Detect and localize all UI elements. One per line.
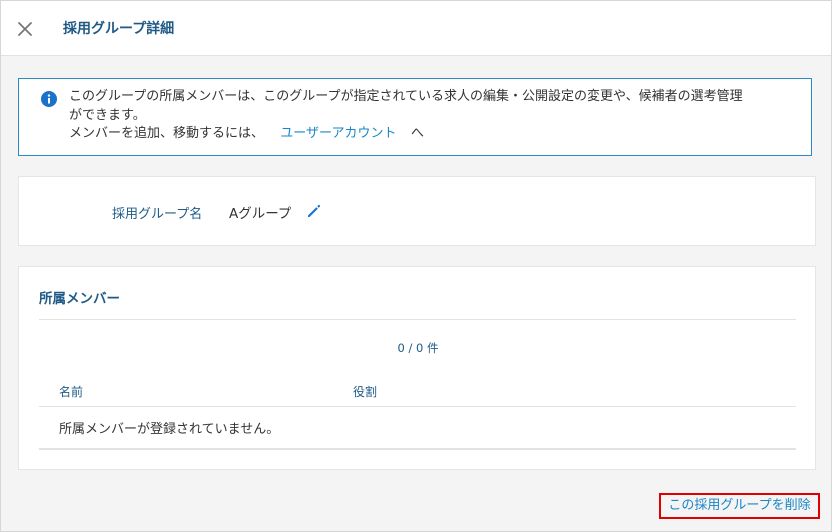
close-button[interactable] [11, 15, 39, 43]
dialog-header: 採用グループ詳細 [1, 1, 831, 56]
group-name-label: 採用グループ名 [112, 207, 203, 222]
group-name-card: 採用グループ名 Aグループ [18, 176, 816, 246]
divider [39, 448, 796, 450]
close-icon [18, 22, 32, 36]
info-message: このグループの所属メンバーは、このグループが指定されている求人の編集・公開設定の… [69, 88, 799, 144]
info-line-3-prefix: メンバーを追加、移動するには、 [69, 126, 265, 141]
members-section-title: 所属メンバー [39, 291, 120, 307]
info-banner: このグループの所属メンバーは、このグループが指定されている求人の編集・公開設定の… [18, 78, 812, 156]
info-line-3: メンバーを追加、移動するには、 ユーザーアカウント へ [69, 125, 799, 144]
divider [39, 406, 796, 407]
info-line-1: このグループの所属メンバーは、このグループが指定されている求人の編集・公開設定の… [69, 89, 743, 104]
info-icon [41, 91, 57, 107]
divider [39, 319, 796, 320]
info-line-2: ができます。 [69, 107, 146, 123]
user-account-link[interactable]: ユーザーアカウント [280, 126, 396, 141]
pencil-icon[interactable] [306, 203, 322, 219]
empty-members-message: 所属メンバーが登録されていません。 [59, 422, 280, 437]
members-card: 所属メンバー 0 / 0 件 名前 役割 所属メンバーが登録されていません。 [18, 266, 816, 470]
group-name-value: Aグループ [229, 206, 292, 222]
page-title: 採用グループ詳細 [63, 21, 175, 37]
dialog: 採用グループ詳細 このグループの所属メンバーは、このグループが指定されている求人… [0, 0, 832, 532]
column-header-name: 名前 [59, 385, 84, 399]
info-line-3-suffix: へ [410, 126, 424, 141]
member-count: 0 / 0 件 [397, 341, 439, 355]
delete-group-button[interactable]: この採用グループを削除 [659, 493, 820, 519]
column-header-role: 役割 [353, 385, 378, 399]
